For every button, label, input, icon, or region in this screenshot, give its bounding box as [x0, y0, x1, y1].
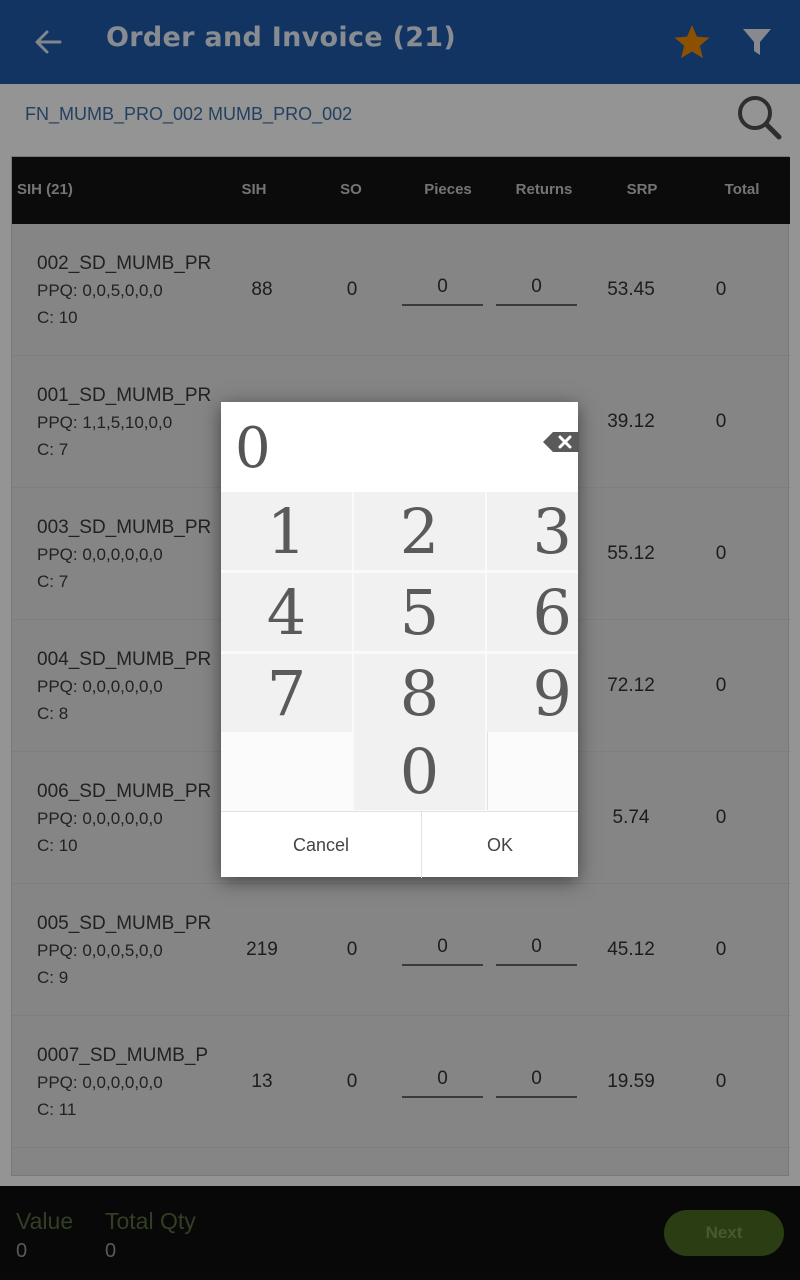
keypad-display: 0: [221, 402, 579, 492]
keypad-key-1[interactable]: 1: [221, 492, 352, 570]
keypad-key-3[interactable]: 3: [487, 492, 578, 570]
backspace-icon[interactable]: [543, 430, 579, 454]
dialog-actions: Cancel OK: [221, 811, 578, 878]
keypad-key-6[interactable]: 6: [487, 573, 578, 651]
keypad-key-8[interactable]: 8: [354, 654, 485, 732]
keypad-key-5[interactable]: 5: [354, 573, 485, 651]
keypad-key-4[interactable]: 4: [221, 573, 352, 651]
keypad-key-7[interactable]: 7: [221, 654, 352, 732]
cancel-button[interactable]: Cancel: [221, 812, 421, 878]
keypad-blank-left: [221, 732, 352, 810]
keypad-display-value: 0: [235, 416, 271, 481]
keypad-key-0[interactable]: 0: [354, 732, 485, 810]
keypad-key-2[interactable]: 2: [354, 492, 485, 570]
keypad-key-9[interactable]: 9: [487, 654, 578, 732]
keypad-blank-right: [487, 732, 578, 810]
numeric-keypad-dialog: 0 1 2 3 4 5 6 7 8 9 0 Cancel OK: [221, 402, 579, 878]
ok-button[interactable]: OK: [422, 812, 578, 878]
